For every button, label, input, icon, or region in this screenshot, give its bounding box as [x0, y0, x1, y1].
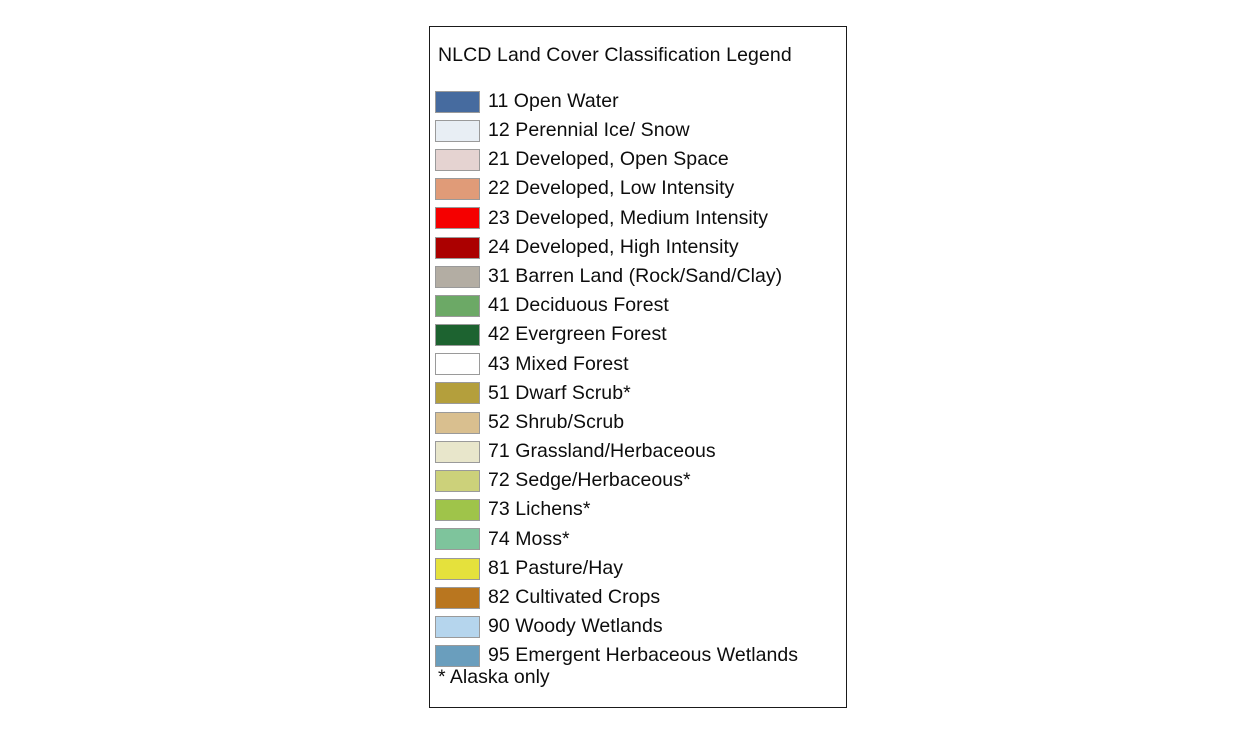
color-swatch-icon [435, 148, 480, 171]
color-swatch-icon [435, 557, 480, 580]
legend-row: 71 Grassland/Herbaceous [430, 437, 846, 466]
legend-row: 72 Sedge/Herbaceous* [430, 466, 846, 495]
color-swatch-icon [435, 90, 480, 113]
legend-item-label: 51 Dwarf Scrub* [488, 381, 631, 404]
legend-item-label: 43 Mixed Forest [488, 352, 629, 375]
color-swatch-icon [435, 236, 480, 259]
color-swatch-icon [435, 207, 480, 230]
legend-item-label: 81 Pasture/Hay [488, 556, 624, 579]
color-swatch-icon [435, 294, 480, 317]
legend-title: NLCD Land Cover Classification Legend [438, 44, 792, 66]
color-swatch-icon [435, 178, 480, 201]
legend-item-label: 95 Emergent Herbaceous Wetlands [488, 644, 799, 667]
legend-item-label: 41 Deciduous Forest [488, 294, 669, 317]
legend-item-list: 11 Open Water 12 Perennial Ice/ Snow 21 De… [430, 87, 846, 671]
legend-row: 22 Developed, Low Intensity [430, 175, 846, 204]
legend-row: 52 Shrub/Scrub [430, 408, 846, 437]
color-swatch-icon [435, 411, 480, 434]
color-swatch-icon [435, 528, 480, 551]
legend-item-label: 82 Cultivated Crops [488, 586, 661, 609]
legend-row: 12 Perennial Ice/ Snow [430, 116, 846, 145]
legend-row: 31 Barren Land (Rock/Sand/Clay) [430, 262, 846, 291]
legend-row: 73 Lichens* [430, 496, 846, 525]
color-swatch-icon [435, 382, 480, 405]
color-swatch-icon [435, 265, 480, 288]
legend-row: 21 Developed, Open Space [430, 145, 846, 174]
legend-item-label: 11 Open Water [488, 89, 619, 112]
legend-row: 24 Developed, High Intensity [430, 233, 846, 262]
color-swatch-icon [435, 645, 480, 668]
color-swatch-icon [435, 353, 480, 376]
color-swatch-icon [435, 470, 480, 493]
color-swatch-icon [435, 324, 480, 347]
legend-item-label: 22 Developed, Low Intensity [488, 177, 735, 200]
legend-item-label: 31 Barren Land (Rock/Sand/Clay) [488, 264, 783, 287]
nlcd-legend-panel: NLCD Land Cover Classification Legend 11… [429, 26, 847, 708]
legend-item-label: 21 Developed, Open Space [488, 148, 729, 171]
legend-item-label: 24 Developed, High Intensity [488, 235, 739, 258]
legend-row: 81 Pasture/Hay [430, 554, 846, 583]
legend-row: 82 Cultivated Crops [430, 583, 846, 612]
legend-footnote: * Alaska only [438, 666, 550, 688]
legend-row: 11 Open Water [430, 87, 846, 116]
legend-row: 74 Moss* [430, 525, 846, 554]
legend-item-label: 90 Woody Wetlands [488, 615, 663, 638]
legend-row: 41 Deciduous Forest [430, 291, 846, 320]
legend-row: 90 Woody Wetlands [430, 612, 846, 641]
legend-item-label: 74 Moss* [488, 527, 570, 550]
legend-row: 42 Evergreen Forest [430, 321, 846, 350]
legend-item-label: 72 Sedge/Herbaceous* [488, 469, 691, 492]
color-swatch-icon [435, 440, 480, 463]
legend-row: 23 Developed, Medium Intensity [430, 204, 846, 233]
legend-item-label: 71 Grassland/Herbaceous [488, 440, 716, 463]
legend-item-label: 12 Perennial Ice/ Snow [488, 119, 690, 142]
legend-item-label: 73 Lichens* [488, 498, 591, 521]
legend-item-label: 23 Developed, Medium Intensity [488, 206, 769, 229]
legend-item-label: 42 Evergreen Forest [488, 323, 667, 346]
legend-row: 43 Mixed Forest [430, 350, 846, 379]
color-swatch-icon [435, 119, 480, 142]
color-swatch-icon [435, 586, 480, 609]
color-swatch-icon [435, 615, 480, 638]
legend-row: 51 Dwarf Scrub* [430, 379, 846, 408]
legend-item-label: 52 Shrub/Scrub [488, 410, 625, 433]
color-swatch-icon [435, 499, 480, 522]
